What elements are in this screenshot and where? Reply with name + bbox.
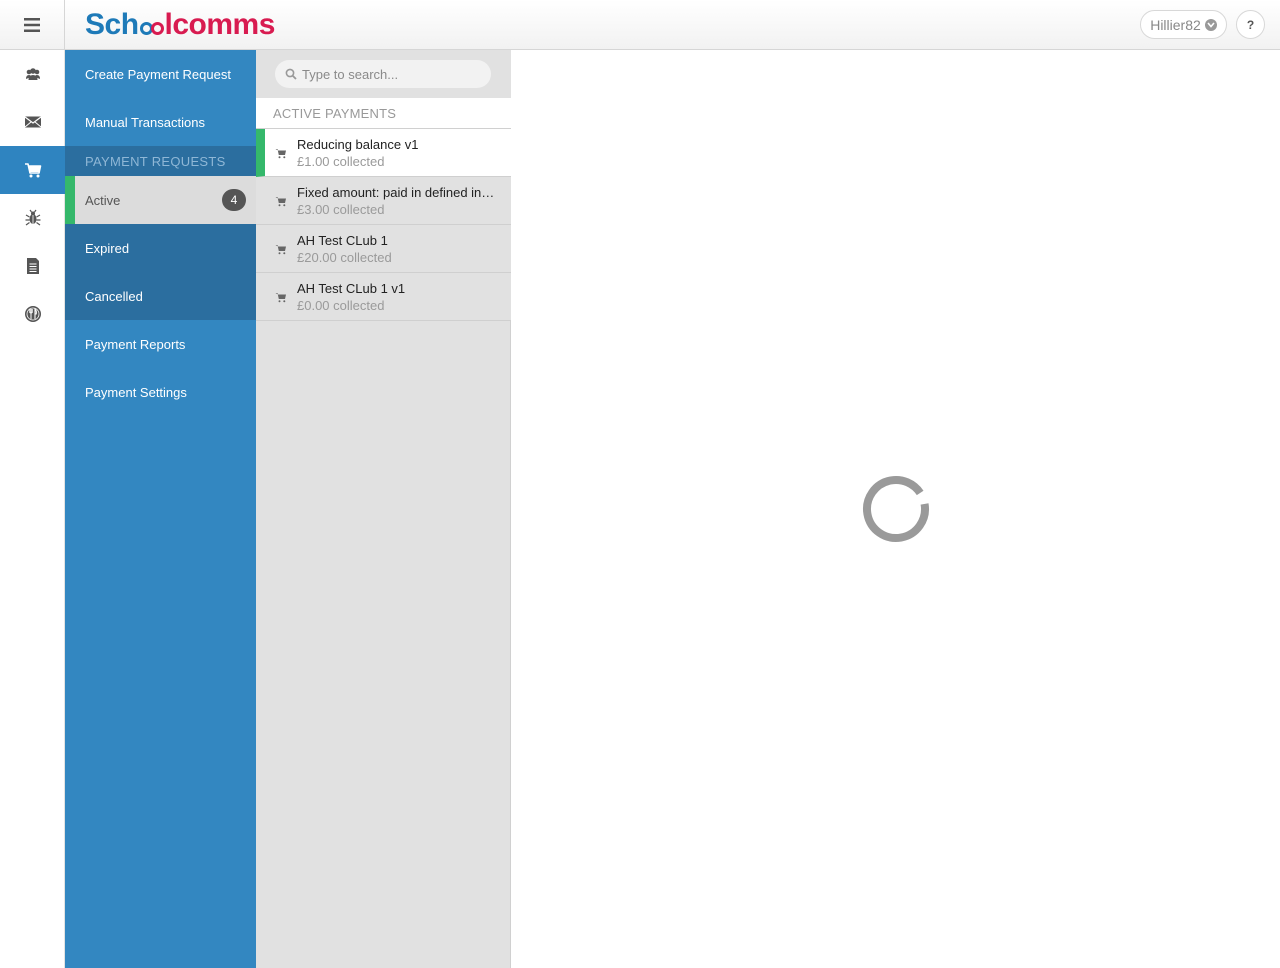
payment-requests-section-heading: PAYMENT REQUESTS (65, 146, 256, 176)
rail-payments[interactable] (0, 146, 65, 194)
nav-item-cancelled[interactable]: Cancelled (65, 272, 256, 320)
payments-list-panel: ACTIVE PAYMENTS Reducing balance v1 £1.0… (256, 50, 511, 968)
cart-icon (275, 149, 286, 159)
list-item-title: AH Test CLub 1 (297, 233, 388, 248)
payment-reports-label: Payment Reports (85, 336, 186, 352)
schoolcomms-logo[interactable]: Sch lcomms (85, 7, 275, 43)
username: Hillier82 (1150, 16, 1201, 33)
list-item-collected: £1.00 collected (297, 154, 385, 169)
expired-label: Expired (85, 240, 130, 256)
list-item-title: AH Test CLub 1 v1 (297, 281, 406, 296)
logo-text-start: Sch (85, 8, 139, 41)
payment-settings-link[interactable]: Payment Settings (65, 368, 256, 416)
list-item[interactable]: Fixed amount: paid in defined instalment… (256, 177, 511, 225)
rail-documents[interactable] (0, 242, 65, 290)
list-item-title: Reducing balance v1 (297, 137, 419, 152)
search-icon (285, 68, 297, 80)
section-heading-label: PAYMENT REQUESTS (85, 153, 226, 169)
document-icon (26, 258, 39, 274)
cart-icon (275, 245, 286, 255)
list-item-collected: £0.00 collected (297, 298, 385, 313)
create-payment-request-label: Create Payment Request (85, 66, 231, 82)
rail-meals[interactable] (0, 290, 65, 338)
rail-messages[interactable] (0, 98, 65, 146)
list-item[interactable]: AH Test CLub 1 £20.00 collected (256, 225, 511, 273)
cart-icon (275, 197, 286, 207)
logo-oo-mark (139, 16, 164, 35)
cutlery-icon (24, 306, 41, 322)
nav-item-active[interactable]: Active 4 (65, 176, 256, 224)
icon-rail (0, 50, 65, 968)
active-count-badge: 4 (222, 189, 246, 211)
cancelled-label: Cancelled (85, 288, 143, 304)
bug-icon (25, 209, 40, 226)
nav-item-expired[interactable]: Expired (65, 224, 256, 272)
logo-text-end: lcomms (164, 8, 276, 41)
list-item-title: Fixed amount: paid in defined instalment… (297, 185, 497, 200)
people-icon (25, 68, 40, 80)
payment-settings-label: Payment Settings (85, 384, 187, 400)
list-item[interactable]: Reducing balance v1 £1.00 collected (256, 129, 511, 177)
list-header: ACTIVE PAYMENTS (256, 98, 511, 129)
hamburger-icon (24, 17, 40, 32)
help-button[interactable]: ? (1236, 10, 1265, 39)
payments-nav: Create Payment Request Manual Transactio… (65, 50, 256, 968)
manual-transactions-link[interactable]: Manual Transactions (65, 98, 256, 146)
list-item[interactable]: AH Test CLub 1 v1 £0.00 collected (256, 273, 511, 321)
rail-bug[interactable] (0, 194, 65, 242)
list-item-collected: £20.00 collected (297, 250, 392, 265)
search-box (275, 60, 491, 88)
search-bar (256, 50, 511, 98)
envelope-icon (24, 116, 41, 128)
manual-transactions-label: Manual Transactions (85, 114, 205, 130)
chevron-down-icon (1204, 18, 1217, 31)
search-input[interactable] (302, 66, 482, 82)
rail-contacts[interactable] (0, 50, 65, 98)
main-content (511, 50, 1280, 968)
loading-spinner-icon (863, 476, 929, 542)
top-header: Sch lcomms Hillier82 ? (0, 0, 1280, 50)
cart-icon (275, 293, 286, 303)
payment-reports-link[interactable]: Payment Reports (65, 320, 256, 368)
list-header-label: ACTIVE PAYMENTS (273, 105, 397, 121)
cart-icon (24, 163, 41, 178)
user-menu-button[interactable]: Hillier82 (1140, 10, 1227, 39)
help-label: ? (1246, 17, 1255, 32)
active-label: Active (85, 192, 121, 208)
hamburger-menu-button[interactable] (0, 0, 65, 49)
list-item-collected: £3.00 collected (297, 202, 385, 217)
create-payment-request-link[interactable]: Create Payment Request (65, 50, 256, 98)
